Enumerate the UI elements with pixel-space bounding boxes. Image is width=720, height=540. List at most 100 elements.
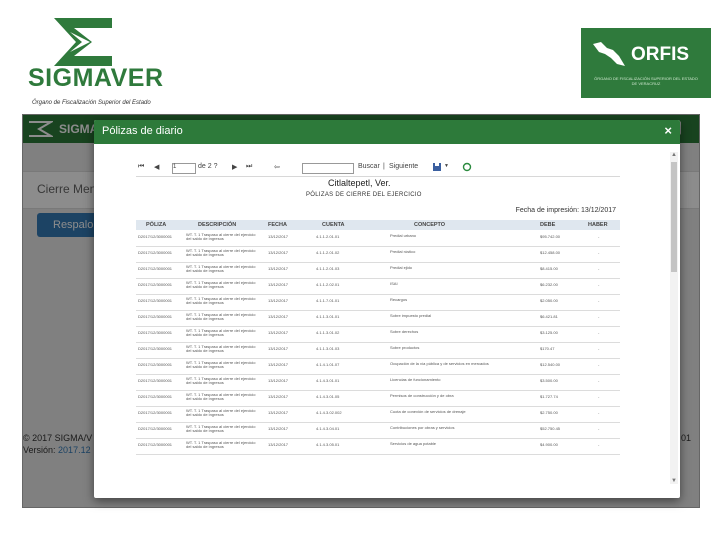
table-cell: $12.458.00	[540, 250, 561, 255]
table-row: D2017/12/3000001 WT. T. 1 Traspaso al cie…	[136, 295, 620, 311]
chevron-down-icon[interactable]: ▼	[444, 163, 449, 169]
table-cell: 4.1.4.3.05.01	[316, 442, 340, 447]
table-cell: WT. T. 1 Traspaso al cierre del ejercici…	[186, 328, 256, 337]
scroll-up-icon[interactable]: ▲	[671, 152, 677, 158]
modal-scrollbar[interactable]: ▲ ▼	[670, 152, 678, 484]
table-cell: WT. T. 1 Traspaso al cierre del ejercici…	[186, 424, 256, 433]
table-cell: 4.1.1.7.01.01	[316, 298, 340, 303]
modal-body: ⏮ ◀ 1 de 2 ? ▶ ⏭ ⇦ Buscar | Siguiente ▼ …	[94, 144, 680, 488]
table-cell: -	[598, 314, 600, 319]
table-row: D2017/12/3000001 WT. T. 1 Traspaso al cie…	[136, 375, 620, 391]
table-cell: D2017/12/3000001	[138, 394, 173, 399]
table-cell: -	[598, 250, 600, 255]
report-entity: Citlaltepetl, Ver.	[328, 178, 391, 188]
first-page-icon[interactable]: ⏮	[138, 163, 144, 171]
table-cell: 4.1.1.3.01.03	[316, 346, 340, 351]
table-cell: 13/12/2017	[268, 410, 289, 415]
close-icon[interactable]: ×	[664, 123, 672, 138]
scroll-down-icon[interactable]: ▼	[671, 478, 677, 484]
table-cell: Servicios de agua potable	[390, 441, 437, 446]
prev-page-icon[interactable]: ◀	[154, 163, 159, 171]
table-cell: 13/12/2017	[268, 250, 289, 255]
refresh-icon[interactable]	[462, 162, 472, 172]
veracruz-map-icon	[593, 42, 625, 66]
table-cell: D2017/12/3000001	[138, 234, 173, 239]
table-cell: D2017/12/3000001	[138, 250, 173, 255]
table-row: D2017/12/3000001 WT. T. 1 Traspaso al cie…	[136, 407, 620, 423]
table-cell: $2.050.00	[540, 298, 558, 303]
table-row: D2017/12/3000001 WT. T. 1 Traspaso al cie…	[136, 343, 620, 359]
table-cell: Sobre derechos	[390, 329, 419, 334]
table-cell: 4.1.4.3.04.01	[316, 426, 340, 431]
table-cell: 13/12/2017	[268, 378, 289, 383]
toolbar-separator: |	[383, 163, 385, 170]
table-cell: D2017/12/3000001	[138, 426, 173, 431]
table-cell: 4.1.4.1.01.07	[316, 362, 340, 367]
table-cell: 4.1.4.3.01.05	[316, 394, 340, 399]
table-cell: WT. T. 1 Traspaso al cierre del ejercici…	[186, 280, 256, 289]
table-cell: $1.727.74	[540, 394, 558, 399]
find-input[interactable]	[302, 163, 354, 174]
table-cell: D2017/12/3000001	[138, 266, 173, 271]
report-rows: D2017/12/3000001 WT. T. 1 Traspaso al cie…	[136, 231, 620, 455]
table-cell: 4.1.1.2.01.01	[316, 234, 340, 239]
page-number-input[interactable]: 1	[172, 163, 196, 174]
table-row: D2017/12/3000001 WT. T. 1 Traspaso al cie…	[136, 391, 620, 407]
table-cell: WT. T. 1 Traspaso al cierre del ejercici…	[186, 360, 256, 369]
table-cell: -	[598, 394, 600, 399]
modal-header: Pólizas de diario ×	[94, 120, 680, 144]
table-cell: WT. T. 1 Traspaso al cierre del ejercici…	[186, 376, 256, 385]
table-cell: 13/12/2017	[268, 426, 289, 431]
table-cell: WT. T. 1 Traspaso al cierre del ejercici…	[186, 440, 256, 449]
table-cell: WT. T. 1 Traspaso al cierre del ejercici…	[186, 408, 256, 417]
table-cell: 13/12/2017	[268, 362, 289, 367]
table-cell: Ocupación de la vía pública y de servici…	[390, 361, 489, 366]
table-cell: $3.125.00	[540, 330, 558, 335]
report-print-date: Fecha de impresión: 13/12/2017	[515, 207, 616, 214]
table-cell: Recargos	[390, 297, 408, 302]
table-cell: $8.415.00	[540, 266, 558, 271]
sigmaver-logo: SIGMAVER Órgano de Fiscalización Superio…	[22, 12, 182, 106]
table-cell: WT. T. 1 Traspaso al cierre del ejercici…	[186, 264, 256, 273]
table-row: D2017/12/3000001 WT. T. 1 Traspaso al cie…	[136, 231, 620, 247]
table-cell: WT. T. 1 Traspaso al cierre del ejercici…	[186, 248, 256, 257]
modal-title: Pólizas de diario	[102, 125, 183, 137]
back-icon[interactable]: ⇦	[274, 163, 280, 171]
table-cell: Contribuciones por obras y servicios	[390, 425, 455, 430]
table-cell: 13/12/2017	[268, 346, 289, 351]
table-cell: Predial rústico	[390, 249, 416, 254]
table-cell: -	[598, 426, 600, 431]
table-cell: WT. T. 1 Traspaso al cierre del ejercici…	[186, 344, 256, 353]
next-page-icon[interactable]: ▶	[232, 163, 237, 171]
scroll-thumb[interactable]	[671, 162, 677, 272]
col-cuenta: CUENTA	[322, 222, 345, 228]
table-cell: 13/12/2017	[268, 266, 289, 271]
table-cell: 4.1.4.3.01.01	[316, 378, 340, 383]
table-cell: 13/12/2017	[268, 314, 289, 319]
orfis-subtitle: ÓRGANO DE FISCALIZACIÓN SUPERIOR DEL EST…	[594, 76, 698, 86]
table-cell: -	[598, 330, 600, 335]
sigmaver-subtitle: Órgano de Fiscalización Superior del Est…	[32, 100, 151, 106]
table-cell: Predial ejido	[390, 265, 413, 270]
col-poliza: PÓLIZA	[146, 222, 167, 228]
find-next-link[interactable]: Siguiente	[389, 163, 418, 170]
last-page-icon[interactable]: ⏭	[246, 163, 252, 171]
table-cell: 13/12/2017	[268, 330, 289, 335]
table-cell: 4.1.1.3.01.01	[316, 314, 340, 319]
save-icon[interactable]	[432, 162, 442, 172]
table-cell: D2017/12/3000001	[138, 442, 173, 447]
table-row: D2017/12/3000001 WT. T. 1 Traspaso al cie…	[136, 359, 620, 375]
find-link[interactable]: Buscar	[358, 163, 380, 170]
table-cell: D2017/12/3000001	[138, 378, 173, 383]
table-cell: D2017/12/3000001	[138, 314, 173, 319]
table-cell: D2017/12/3000001	[138, 346, 173, 351]
sigmaver-wordmark: SIGMAVER	[28, 64, 164, 92]
col-debe: DEBE	[540, 222, 556, 228]
table-cell: $6.421.81	[540, 314, 558, 319]
table-cell: 4.1.1.3.01.02	[316, 330, 340, 335]
report-page: Citlaltepetl, Ver. PÓLIZAS DE CIERRE DEL…	[136, 178, 620, 486]
table-cell: -	[598, 410, 600, 415]
table-cell: 13/12/2017	[268, 394, 289, 399]
table-cell: -	[598, 234, 600, 239]
table-cell: Cuota de conexión de servicios de drenaj…	[390, 409, 466, 414]
